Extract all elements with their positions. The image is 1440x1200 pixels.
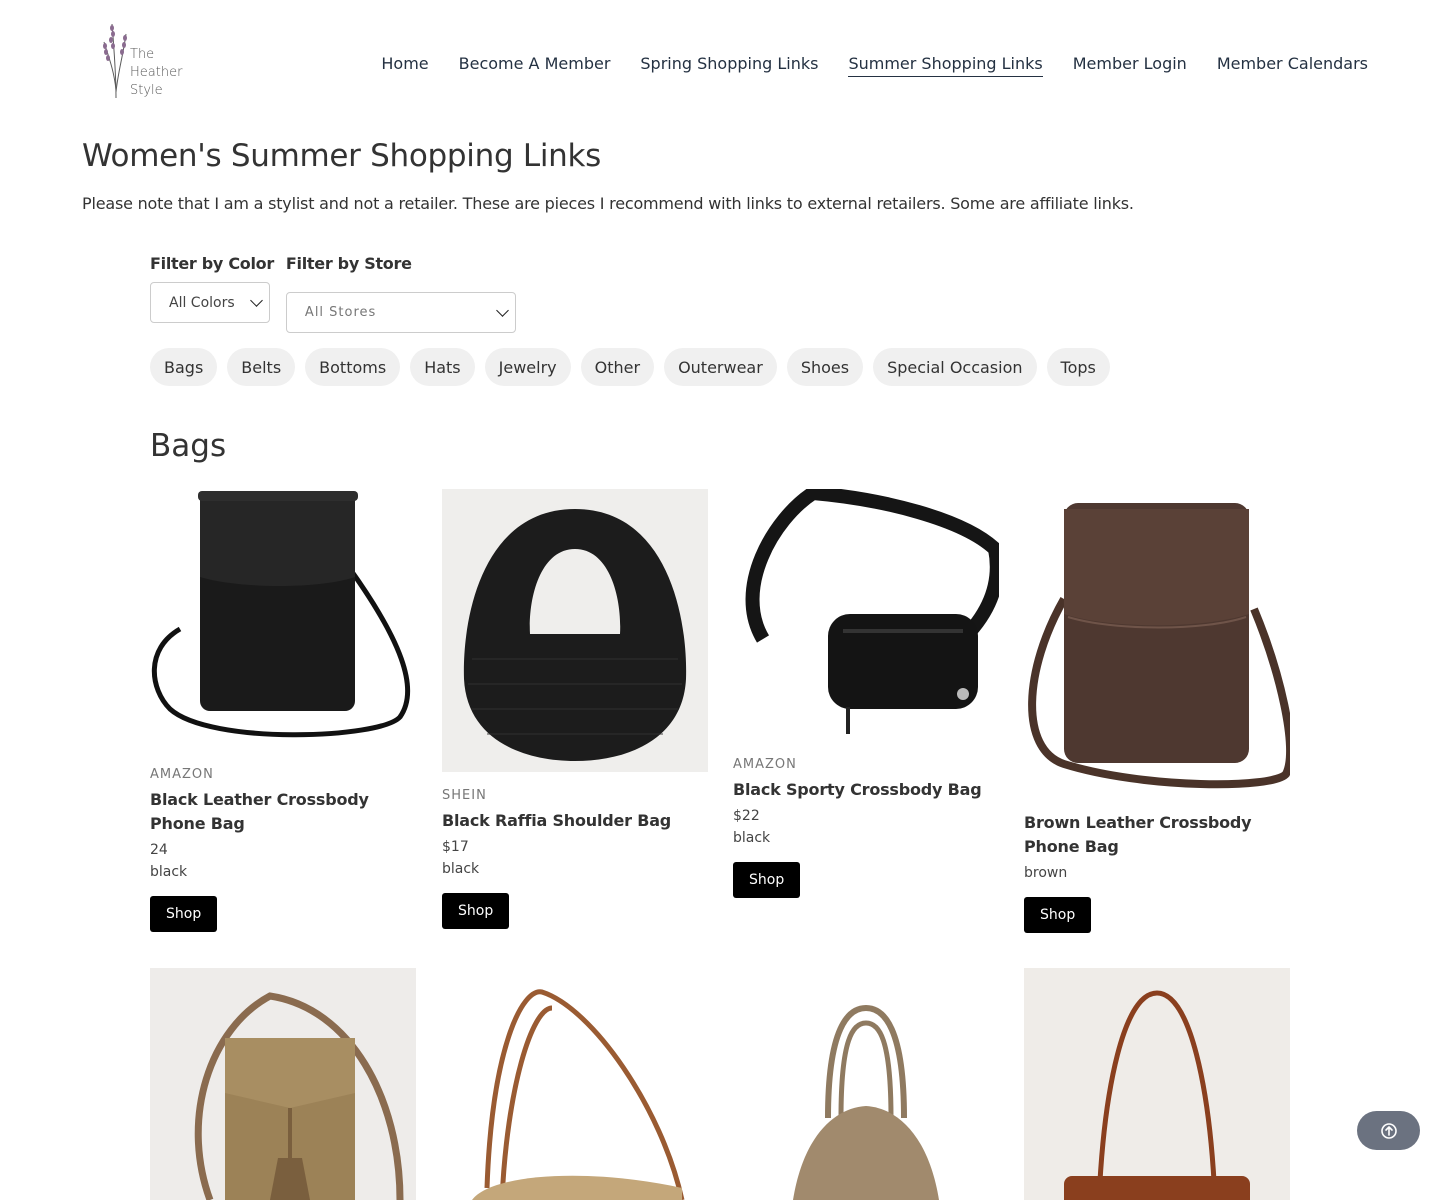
color-filter: Filter by Color All Colors	[150, 254, 274, 333]
color-select-value: All Colors	[169, 294, 235, 311]
product-store: AMAZON	[733, 757, 797, 772]
chip-belts[interactable]: Belts	[227, 348, 296, 386]
product-image[interactable]	[733, 968, 999, 1200]
product-color: black	[733, 830, 771, 846]
product-name[interactable]: Brown Leather Crossbody Phone Bag	[1024, 811, 1290, 859]
store-filter: Filter by Store All Stores	[285, 254, 516, 333]
product-name[interactable]: Black Sporty Crossbody Bag	[733, 778, 999, 802]
store-select-value: All Stores	[304, 305, 377, 320]
store-filter-label: Filter by Store	[285, 254, 412, 273]
section-title: Bags	[150, 428, 227, 464]
product-image[interactable]	[442, 968, 708, 1200]
product-image[interactable]	[150, 489, 416, 751]
product-card: AMAZON Black Leather Crossbody Phone Bag…	[150, 489, 416, 932]
nav-home[interactable]: Home	[381, 54, 428, 77]
product-store: AMAZON	[150, 767, 214, 782]
chevron-down-icon	[496, 303, 509, 317]
product-color: black	[442, 861, 480, 877]
brand-line-1: The	[130, 47, 155, 62]
brand-line-3: Style	[130, 83, 163, 98]
product-color: black	[150, 864, 188, 880]
store-select[interactable]: All Stores	[285, 292, 516, 333]
shop-button[interactable]: Shop	[733, 862, 801, 898]
chip-jewelry[interactable]: Jewelry	[484, 348, 571, 386]
chip-hats[interactable]: Hats	[410, 348, 475, 386]
product-image[interactable]	[1024, 968, 1290, 1200]
product-name[interactable]: Black Leather Crossbody Phone Bag	[150, 788, 416, 836]
product-image[interactable]	[1024, 489, 1290, 805]
product-image[interactable]	[733, 489, 999, 741]
category-chips: Bags Belts Bottoms Hats Jewelry Other Ou…	[150, 348, 1110, 386]
chip-special-occasion[interactable]: Special Occasion	[873, 348, 1037, 386]
product-name[interactable]: Black Raffia Shoulder Bag	[442, 809, 708, 833]
main-nav: Home Become A Member Spring Shopping Lin…	[381, 54, 1368, 77]
arrow-up-circle-icon	[1380, 1122, 1397, 1139]
chip-bags[interactable]: Bags	[150, 348, 218, 386]
chevron-down-icon	[250, 293, 263, 307]
chip-outerwear[interactable]: Outerwear	[664, 348, 777, 386]
nav-become-member[interactable]: Become A Member	[459, 54, 611, 77]
filters: Filter by Color All Colors Filter by Sto…	[150, 254, 516, 333]
nav-spring-shopping[interactable]: Spring Shopping Links	[640, 54, 818, 77]
product-color: brown	[1024, 865, 1068, 881]
scroll-top-button[interactable]	[1357, 1111, 1420, 1150]
chip-other[interactable]: Other	[580, 348, 655, 386]
color-filter-label: Filter by Color	[150, 254, 274, 273]
shop-button[interactable]: Shop	[150, 896, 218, 932]
nav-member-calendars[interactable]: Member Calendars	[1217, 54, 1368, 77]
product-card: Brown Leather Crossbody Phone Bag brown …	[1024, 489, 1290, 933]
product-card: AMAZON Black Sporty Crossbody Bag $22 bl…	[733, 489, 999, 898]
product-image[interactable]	[442, 489, 708, 772]
product-price: $17	[442, 839, 469, 855]
color-select[interactable]: All Colors	[150, 282, 270, 323]
chip-bottoms[interactable]: Bottoms	[305, 348, 401, 386]
brand-logo[interactable]: The Heather Style	[98, 20, 188, 102]
product-price: $22	[733, 808, 760, 824]
chip-tops[interactable]: Tops	[1046, 348, 1110, 386]
chip-shoes[interactable]: Shoes	[786, 348, 864, 386]
product-store: SHEIN	[442, 788, 487, 803]
nav-summer-shopping[interactable]: Summer Shopping Links	[848, 54, 1043, 77]
page-title: Women's Summer Shopping Links	[82, 138, 602, 174]
nav-member-login[interactable]: Member Login	[1073, 54, 1187, 77]
shop-button[interactable]: Shop	[442, 893, 510, 929]
shop-button[interactable]: Shop	[1024, 897, 1092, 933]
brand-line-2: Heather	[130, 65, 183, 80]
product-price: 24	[150, 842, 168, 858]
disclaimer-text: Please note that I am a stylist and not …	[82, 194, 1134, 213]
product-card: SHEIN Black Raffia Shoulder Bag $17 blac…	[442, 489, 708, 929]
product-image[interactable]	[150, 968, 416, 1200]
